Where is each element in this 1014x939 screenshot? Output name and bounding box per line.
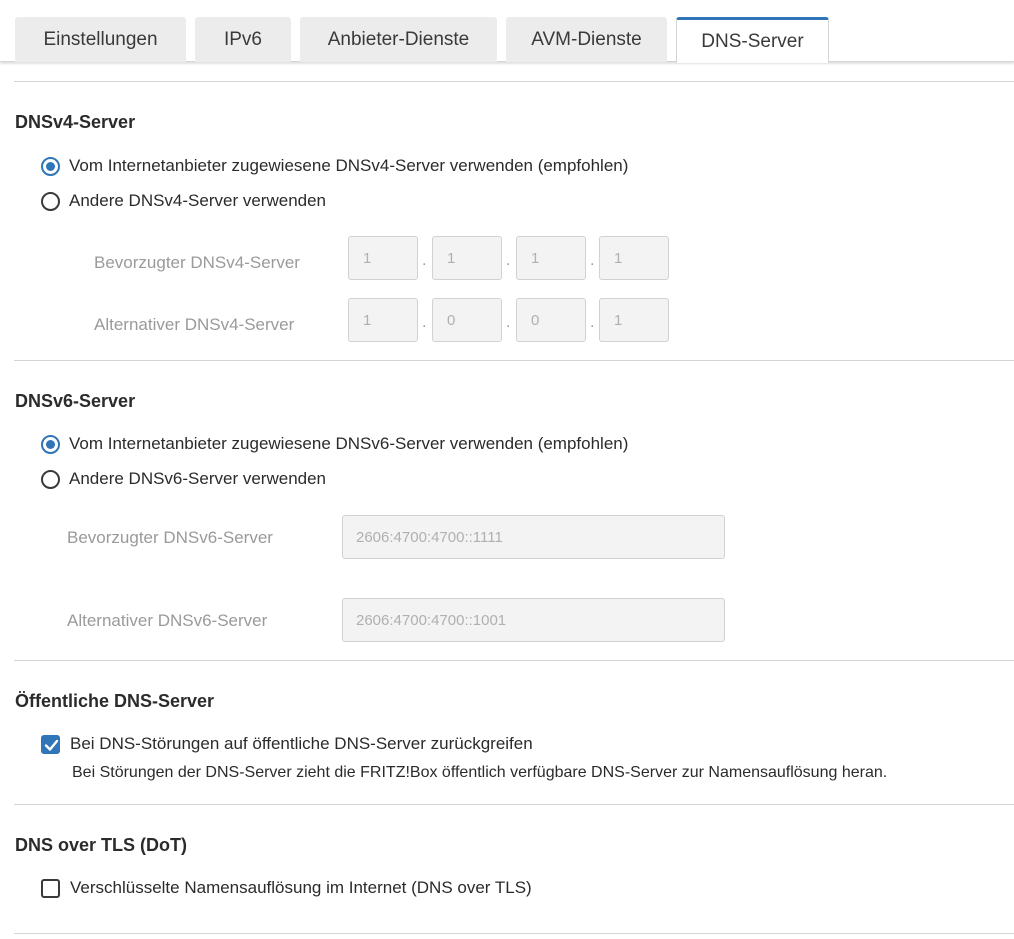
radio-unchecked-icon[interactable] — [41, 191, 60, 211]
public-dns-hint: Bei Störungen der DNS-Server zieht die F… — [72, 764, 888, 781]
dnsv6-provider-option[interactable]: Vom Internetanbieter zugewiesene DNSv6-S… — [41, 433, 628, 455]
dnsv6-alternative-input[interactable]: 2606:4700:4700::1001 — [342, 598, 725, 642]
dnsv4-alternative-octet-4[interactable]: 1 — [599, 298, 669, 342]
dnsv4-custom-label: Andere DNSv4-Server verwenden — [69, 191, 327, 210]
octet-separator: . — [506, 314, 511, 331]
octet-separator: . — [590, 314, 595, 331]
dnsv6-provider-label: Vom Internetanbieter zugewiesene DNSv6-S… — [69, 434, 629, 453]
tab-anbieter-dienste[interactable]: Anbieter-Dienste — [300, 17, 497, 62]
dnsv6-preferred-input[interactable]: 2606:4700:4700::1111 — [342, 515, 725, 559]
tab-ipv6[interactable]: IPv6 — [195, 17, 291, 62]
dnsv6-alternative-label: Alternativer DNSv6-Server — [67, 611, 268, 630]
dot-label: Verschlüsselte Namensauflösung im Intern… — [70, 878, 532, 897]
dnsv4-provider-label: Vom Internetanbieter zugewiesene DNSv4-S… — [69, 156, 629, 175]
tab-bar: Einstellungen IPv6 Anbieter-Dienste AVM-… — [0, 0, 1014, 63]
tab-einstellungen[interactable]: Einstellungen — [15, 17, 186, 62]
dnsv6-section-title: DNSv6-Server — [15, 391, 136, 411]
dnsv4-alternative-label: Alternativer DNSv4-Server — [94, 315, 295, 334]
octet-separator: . — [590, 252, 595, 269]
checkbox-unchecked-icon[interactable] — [41, 878, 60, 898]
checkbox-checked-icon[interactable] — [41, 734, 60, 754]
dnsv4-alternative-octet-1[interactable]: 1 — [348, 298, 418, 342]
radio-unchecked-icon[interactable] — [41, 469, 60, 489]
divider — [14, 660, 1014, 661]
dot-section-title: DNS over TLS (DoT) — [15, 835, 188, 855]
radio-checked-icon[interactable] — [41, 434, 60, 454]
tab-avm-dienste[interactable]: AVM-Dienste — [506, 17, 667, 62]
divider — [14, 804, 1014, 805]
octet-separator: . — [422, 252, 427, 269]
dnsv4-section-title: DNSv4-Server — [15, 112, 136, 132]
public-dns-fallback-label: Bei DNS-Störungen auf öffentliche DNS-Se… — [70, 734, 533, 753]
octet-separator: . — [506, 252, 511, 269]
dot-option[interactable]: Verschlüsselte Namensauflösung im Intern… — [41, 877, 532, 899]
dnsv4-preferred-octet-1[interactable]: 1 — [348, 236, 418, 280]
dnsv4-alternative-octet-3[interactable]: 0 — [516, 298, 586, 342]
divider — [14, 360, 1014, 361]
dnsv4-alternative-octet-2[interactable]: 0 — [432, 298, 502, 342]
dnsv6-custom-option[interactable]: Andere DNSv6-Server verwenden — [41, 468, 326, 490]
dns-settings-page: Einstellungen IPv6 Anbieter-Dienste AVM-… — [0, 0, 1014, 939]
dnsv4-preferred-label: Bevorzugter DNSv4-Server — [94, 253, 300, 272]
dnsv4-custom-option[interactable]: Andere DNSv4-Server verwenden — [41, 190, 326, 212]
dnsv4-preferred-octet-4[interactable]: 1 — [599, 236, 669, 280]
dnsv4-preferred-octet-3[interactable]: 1 — [516, 236, 586, 280]
dnsv4-provider-option[interactable]: Vom Internetanbieter zugewiesene DNSv4-S… — [41, 155, 628, 177]
divider — [14, 81, 1014, 82]
octet-separator: . — [422, 314, 427, 331]
dnsv6-custom-label: Andere DNSv6-Server verwenden — [69, 469, 327, 488]
radio-checked-icon[interactable] — [41, 156, 60, 176]
public-dns-section-title: Öffentliche DNS-Server — [15, 691, 215, 711]
tab-dns-server[interactable]: DNS-Server — [676, 17, 829, 63]
public-dns-fallback-option[interactable]: Bei DNS-Störungen auf öffentliche DNS-Se… — [41, 733, 533, 755]
dnsv4-preferred-octet-2[interactable]: 1 — [432, 236, 502, 280]
divider — [14, 933, 1014, 934]
dnsv6-preferred-label: Bevorzugter DNSv6-Server — [67, 528, 273, 547]
